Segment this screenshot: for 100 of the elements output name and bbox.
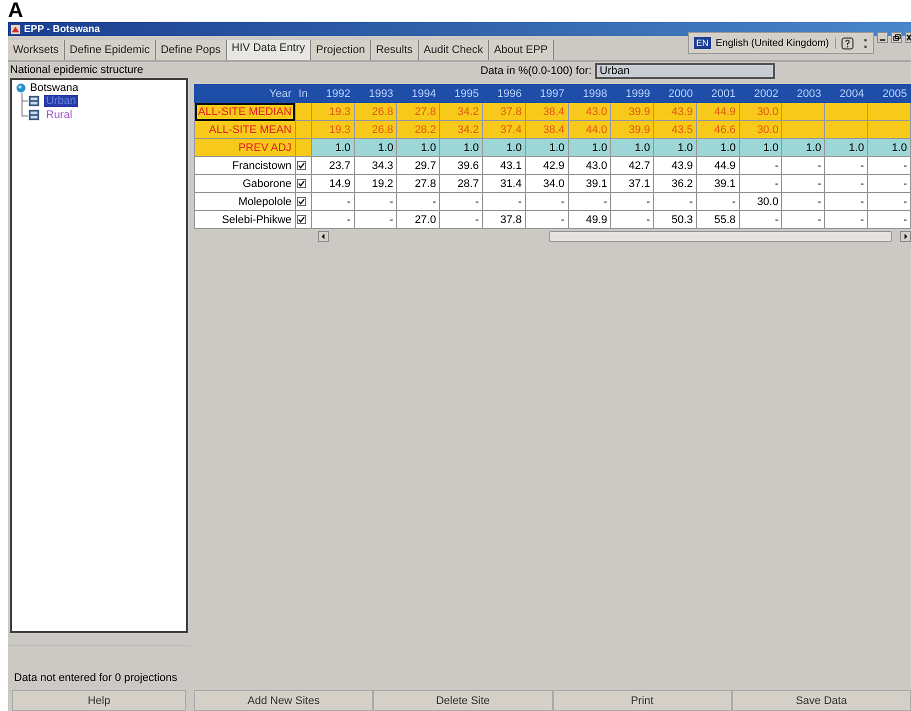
table-cell: -	[782, 174, 825, 192]
checkbox[interactable]	[296, 197, 306, 206]
column-header: 1994	[396, 84, 440, 102]
column-header: 2004	[824, 84, 868, 102]
table-cell: 43.0	[568, 102, 611, 120]
table-cell: 1.0	[654, 138, 696, 156]
table-cell: -	[354, 210, 397, 228]
table-cell: 34.0	[525, 174, 568, 192]
tab[interactable]: Projection	[311, 40, 371, 60]
table-cell: 55.8	[696, 210, 740, 228]
table-cell: 34.2	[440, 120, 482, 138]
tab[interactable]: Audit Check	[418, 40, 489, 60]
checkbox[interactable]	[296, 161, 306, 170]
table-cell: 1.0	[782, 138, 825, 156]
table-cell: 39.9	[610, 120, 654, 138]
checkbox[interactable]	[296, 179, 306, 188]
table-cell: 44.0	[568, 120, 611, 138]
table-cell: 1.0	[396, 138, 440, 156]
tab[interactable]: HIV Data Entry	[226, 40, 312, 60]
row-label: Molepolole	[194, 192, 296, 210]
language-code: EN	[694, 37, 711, 49]
table-cell: 23.7	[311, 156, 354, 174]
tab[interactable]: Results	[370, 40, 419, 60]
table-cell: 1.0	[824, 138, 868, 156]
maximize-icon[interactable]	[891, 32, 902, 43]
minimize-icon[interactable]	[877, 32, 888, 43]
table-cell: 46.6	[696, 120, 740, 138]
table-cell: 1.0	[482, 138, 526, 156]
database-icon	[28, 109, 40, 121]
table-cell: -	[782, 156, 825, 174]
table-cell: 50.3	[654, 210, 696, 228]
figure-label: A	[7, 0, 24, 22]
column-header: 1993	[354, 84, 397, 102]
tab[interactable]: Worksets	[8, 40, 65, 60]
row-label: Gaborone	[194, 174, 296, 192]
table-cell: 27.8	[396, 102, 440, 120]
language-bar[interactable]: EN English (United Kingdom)	[688, 32, 874, 54]
table-cell: 29.7	[396, 156, 440, 174]
column-header: 2005	[868, 84, 910, 102]
table-cell: -	[824, 192, 868, 210]
table-cell: 38.4	[525, 120, 568, 138]
table-cell: 1.0	[354, 138, 397, 156]
table-cell: 43.1	[482, 156, 526, 174]
table-cell: 44.9	[696, 156, 740, 174]
table-cell: 49.9	[568, 210, 611, 228]
options-icon[interactable]	[863, 36, 868, 50]
toolbar-button[interactable]: Print	[552, 690, 732, 711]
table-cell: -	[739, 210, 782, 228]
tab[interactable]: About EPP	[488, 40, 554, 60]
close-icon[interactable]	[905, 32, 911, 43]
table-cell: -	[440, 210, 482, 228]
scroll-right-icon[interactable]	[900, 230, 911, 242]
table-cell: -	[782, 192, 825, 210]
table-cell: 1.0	[696, 138, 740, 156]
table-cell: -	[824, 210, 868, 228]
table-cell: -	[739, 174, 782, 192]
table-cell: 26.8	[354, 120, 397, 138]
table-cell: 43.0	[568, 156, 611, 174]
tab[interactable]: Define Pops	[156, 40, 227, 60]
table-cell: -	[610, 210, 654, 228]
table-cell: 39.6	[440, 156, 482, 174]
checkbox[interactable]	[296, 215, 306, 224]
help-button[interactable]: Help	[12, 690, 186, 711]
table-cell: 30.0	[739, 120, 782, 138]
table-cell: 37.8	[482, 210, 526, 228]
column-header: 1996	[482, 84, 526, 102]
row-label: Francistown	[194, 156, 296, 174]
tree-item[interactable]: Botswana	[30, 82, 78, 94]
table-cell: 43.5	[654, 120, 696, 138]
table-cell: 1.0	[311, 138, 354, 156]
toolbar-button[interactable]: Delete Site	[373, 690, 552, 711]
table-cell: -	[311, 210, 354, 228]
table-cell: -	[654, 192, 696, 210]
table-cell: -	[354, 192, 397, 210]
population-field[interactable]: Urban	[594, 63, 775, 79]
tab[interactable]: Define Epidemic	[64, 40, 156, 60]
tree-item[interactable]: Rural	[44, 109, 74, 121]
scroll-left-icon[interactable]	[318, 230, 329, 242]
toolbar-button[interactable]: Add New Sites	[194, 690, 374, 711]
table-cell: 1.0	[525, 138, 568, 156]
table-cell: 1.0	[868, 138, 910, 156]
row-label: PREV ADJ	[194, 138, 296, 156]
table-cell: 39.1	[568, 174, 611, 192]
table-cell: 30.0	[739, 102, 782, 120]
table-cell: 1.0	[739, 138, 782, 156]
table-cell: -	[739, 156, 782, 174]
table-cell: -	[610, 192, 654, 210]
table-cell: 14.9	[311, 174, 354, 192]
table-cell: 1.0	[440, 138, 482, 156]
database-icon	[28, 95, 40, 107]
scrollbar-track[interactable]	[549, 230, 892, 242]
help-icon[interactable]	[841, 36, 854, 50]
table-cell: 31.4	[482, 174, 526, 192]
table-cell: 38.4	[525, 102, 568, 120]
table-cell: 44.9	[696, 102, 740, 120]
toolbar-button[interactable]: Save Data	[732, 690, 911, 711]
table-cell: 37.4	[482, 120, 526, 138]
column-header: 2003	[782, 84, 825, 102]
table-cell: 43.9	[654, 156, 696, 174]
table-cell: -	[868, 192, 910, 210]
